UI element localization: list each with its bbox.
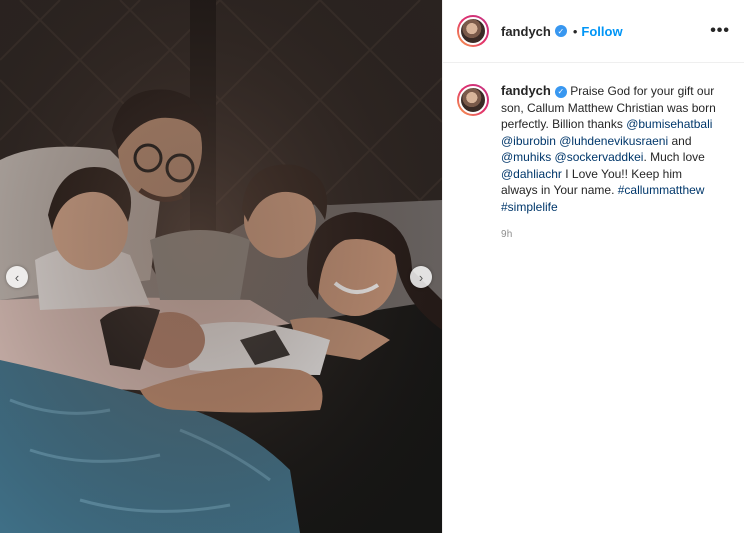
author-username[interactable]: fandych: [501, 24, 551, 39]
family-photo: [0, 0, 442, 533]
verified-badge-icon: ✓: [554, 85, 567, 98]
post-header: fandych ✓ • Follow •••: [443, 0, 744, 63]
chevron-right-icon: ›: [418, 269, 424, 285]
mention-link[interactable]: @bumisehatbali: [626, 117, 712, 131]
mention-link[interactable]: @muhiks: [501, 150, 551, 164]
post-timestamp[interactable]: 9h: [501, 227, 721, 244]
mention-link[interactable]: @dahliachr: [501, 167, 562, 181]
post-side-panel: fandych ✓ • Follow ••• fandych ✓ Praise G…: [442, 0, 744, 533]
caption-comment: fandych ✓ Praise God for your gift our so…: [443, 63, 744, 244]
verified-badge-icon: ✓: [554, 25, 567, 37]
chevron-left-icon: ‹: [14, 269, 20, 285]
hashtag-link[interactable]: #callummatthew: [618, 183, 705, 197]
avatar[interactable]: [457, 15, 489, 47]
caption-body: . Much love: [643, 150, 705, 164]
mention-link[interactable]: @luhdenevikusraeni: [559, 134, 668, 148]
previous-photo-button[interactable]: ‹: [6, 266, 28, 288]
caption-and: and: [671, 133, 692, 148]
more-options-icon[interactable]: •••: [710, 22, 730, 40]
mention-link[interactable]: @sockervaddkei: [555, 150, 644, 164]
mention-link[interactable]: @iburobin: [501, 134, 556, 148]
post-photo[interactable]: ‹ ›: [0, 0, 442, 533]
header-separator: •: [572, 23, 578, 39]
caption-username[interactable]: fandych: [501, 83, 551, 98]
avatar[interactable]: [457, 84, 489, 116]
caption-text: fandych ✓ Praise God for your gift our so…: [501, 83, 721, 244]
follow-button[interactable]: Follow: [581, 24, 622, 39]
hashtag-link[interactable]: #simplelife: [501, 200, 558, 214]
next-photo-button[interactable]: ›: [410, 266, 432, 288]
